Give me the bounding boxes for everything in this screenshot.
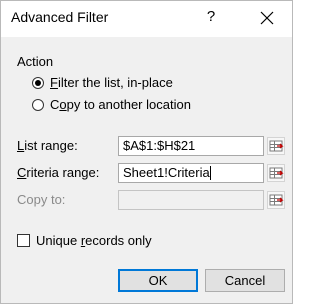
range-picker-icon: [269, 140, 284, 152]
close-icon: [260, 11, 274, 25]
list-range-picker-button[interactable]: [267, 137, 285, 155]
radio-indicator[interactable]: [32, 98, 44, 111]
copy-to-picker-button[interactable]: [267, 191, 285, 209]
copy-to-label: Copy to:: [17, 192, 66, 207]
unique-records-checkbox[interactable]: Unique records only: [17, 233, 152, 248]
dialog-title: Advanced Filter: [11, 9, 109, 25]
range-picker-icon: [269, 194, 284, 206]
checkbox-indicator[interactable]: [17, 234, 30, 247]
filter-in-place-radio[interactable]: Filter the list, in-place: [32, 75, 173, 90]
action-group-label: Action: [17, 54, 54, 69]
list-range-input[interactable]: $A$1:$H$21: [118, 136, 264, 156]
list-range-label: List range:: [17, 138, 78, 153]
criteria-range-picker-button[interactable]: [267, 164, 285, 182]
title-bar: Advanced Filter ?: [1, 1, 292, 37]
advanced-filter-dialog: Advanced Filter ? Action Filter the list…: [0, 0, 293, 304]
criteria-range-input[interactable]: Sheet1!Criteria: [118, 163, 264, 183]
copy-to-location-label: Copy to another location: [50, 97, 191, 112]
range-picker-icon: [269, 167, 284, 179]
copy-to-input[interactable]: [118, 190, 264, 210]
text-caret: [209, 166, 211, 180]
criteria-range-label: Criteria range:: [17, 165, 100, 180]
radio-indicator[interactable]: [32, 76, 44, 89]
ok-button[interactable]: OK: [118, 269, 198, 292]
close-button[interactable]: [256, 7, 278, 29]
help-button[interactable]: ?: [201, 8, 221, 25]
filter-in-place-label: Filter the list, in-place: [50, 75, 173, 90]
unique-records-label: Unique records only: [36, 233, 152, 248]
copy-to-location-radio[interactable]: Copy to another location: [32, 97, 191, 112]
cancel-button[interactable]: Cancel: [205, 269, 285, 292]
